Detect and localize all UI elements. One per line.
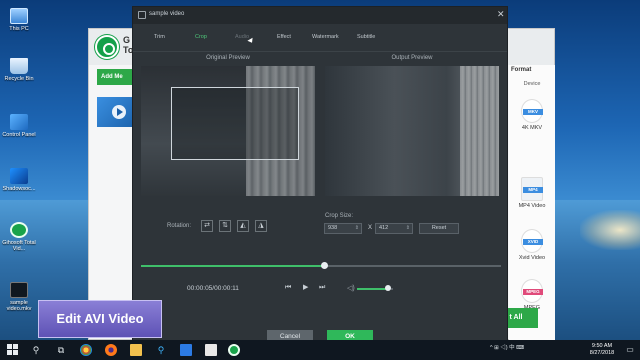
mkv-format-icon: MKV xyxy=(521,99,543,123)
format-header: Format xyxy=(511,67,532,73)
file-explorer-icon[interactable] xyxy=(130,344,142,356)
crop-height-value: 412 xyxy=(379,225,389,231)
reset-button[interactable]: Reset xyxy=(419,223,459,234)
tab-subtitle[interactable]: Subtitle xyxy=(357,34,375,40)
system-tray[interactable]: ^ ⊞ ◁) 中 ⌨ xyxy=(490,343,524,351)
tab-trim[interactable]: Trim xyxy=(154,34,165,40)
format-item-mp4-video[interactable]: MP4 MP4 Video xyxy=(513,177,551,209)
firefox-icon[interactable] xyxy=(105,344,117,356)
format-label: MP4 Video xyxy=(518,203,546,209)
computer-icon xyxy=(10,8,28,24)
format-tag: XVID xyxy=(523,239,543,245)
clock-time: 9:50 AM xyxy=(591,343,613,349)
dialog-title: sample video xyxy=(149,11,185,17)
format-tag: MPEG xyxy=(523,289,543,295)
original-preview xyxy=(141,66,315,196)
window-icon xyxy=(138,11,146,19)
video-file-icon xyxy=(10,282,28,298)
desktop-icon-this-pc[interactable]: This PC xyxy=(2,8,36,32)
previous-frame-icon[interactable]: ⏮ xyxy=(285,283,291,293)
mpeg-format-icon: MPEG xyxy=(521,279,543,303)
gihosoft-taskbar-icon[interactable] xyxy=(228,344,240,356)
tab-crop[interactable]: Crop xyxy=(195,34,207,40)
play-icon xyxy=(112,105,126,119)
output-wood-texture xyxy=(460,66,499,196)
tab-watermark[interactable]: Watermark xyxy=(312,34,339,40)
format-label: 4K MKV xyxy=(521,125,543,131)
windows-start-icon[interactable] xyxy=(7,344,19,356)
taskbar-clock[interactable]: 9:50 AM 8/27/2018 xyxy=(584,343,620,357)
task-view-icon[interactable]: ⧉ xyxy=(55,344,67,356)
desktop-icon-recycle-bin[interactable]: Recycle Bin xyxy=(2,58,36,82)
tab-effect[interactable]: Effect xyxy=(277,34,291,40)
rotate-left-icon[interactable]: ◭ xyxy=(237,220,249,232)
format-item-xvid-video[interactable]: XVID Xvid Video xyxy=(513,229,551,261)
play-icon[interactable]: ▶ xyxy=(303,283,308,293)
volume-slider-level xyxy=(357,288,388,290)
add-media-label: Add Me xyxy=(101,74,123,80)
close-icon[interactable]: ✕ xyxy=(497,10,505,19)
format-panel: Format Device MKV 4K MKV MP4 MP4 Video X… xyxy=(509,65,555,340)
document-icon[interactable] xyxy=(205,344,217,356)
desktop-icon-gihosoft[interactable]: Gihosoft Total Vid... xyxy=(2,222,36,252)
desktop-icon-control-panel[interactable]: Control Panel xyxy=(2,114,36,138)
desktop-sun-glow xyxy=(580,210,640,250)
seek-bar-progress xyxy=(141,265,325,267)
volume-handle[interactable] xyxy=(384,285,391,291)
crop-x-separator: X xyxy=(368,225,373,231)
caption-overlay: Edit AVI Video xyxy=(38,300,162,338)
edit-tabs: Trim Crop Audio Effect Watermark Subtitl… xyxy=(133,24,507,52)
seek-handle[interactable] xyxy=(321,262,329,269)
edit-video-dialog: sample video ✕ Trim Crop Audio Effect Wa… xyxy=(132,6,508,345)
crop-width-field[interactable]: 938 ⇕ xyxy=(324,223,362,234)
control-panel-icon xyxy=(10,114,28,130)
desktop-icon-shadowsocks[interactable]: Shadowsoc... xyxy=(2,168,36,192)
taskbar: ⚲ ⧉ ⚲ ^ ⊞ ◁) 中 ⌨ 9:50 AM 8/27/2018 ▭ xyxy=(0,340,640,360)
clock-date: 8/27/2018 xyxy=(589,350,615,356)
next-frame-icon[interactable]: ⏭ xyxy=(319,283,325,293)
desktop-icon-label: Control Panel xyxy=(2,132,36,138)
rotate-flip-vertical-icon[interactable]: ⇅ xyxy=(219,220,231,232)
timecode: 00:00:05/00:00:11 xyxy=(187,285,239,292)
desktop-icon-sample-video[interactable]: sample video.mkv xyxy=(2,282,36,312)
shortcut-icon xyxy=(10,168,28,184)
notifications-icon[interactable]: ▭ xyxy=(624,344,636,356)
mp4-format-icon: MP4 xyxy=(521,177,543,201)
spinner-icon[interactable]: ⇕ xyxy=(406,224,410,233)
rotate-flip-horizontal-icon[interactable]: ⇄ xyxy=(201,220,213,232)
search-app-icon[interactable]: ⚲ xyxy=(155,344,167,356)
spinner-icon[interactable]: ⇕ xyxy=(355,224,359,233)
crop-width-value: 938 xyxy=(328,225,338,231)
format-device-tab[interactable]: Device xyxy=(509,81,555,87)
photos-icon[interactable] xyxy=(180,344,192,356)
desktop-icon-label: Gihosoft Total Vid... xyxy=(2,240,36,252)
gihosoft-icon xyxy=(10,222,28,238)
chrome-icon[interactable] xyxy=(80,344,92,356)
desktop-icon-label: This PC xyxy=(9,26,29,32)
tab-audio[interactable]: Audio xyxy=(235,34,249,40)
format-tag: MKV xyxy=(523,109,543,115)
crop-height-field[interactable]: 412 ⇕ xyxy=(375,223,413,234)
desktop-icon-label: Recycle Bin xyxy=(4,76,34,82)
desktop-icon-label: Shadowsoc... xyxy=(2,186,36,192)
convert-all-label: t All xyxy=(509,314,523,321)
desktop-icon-label: sample video.mkv xyxy=(6,300,32,312)
format-item-4k-mkv[interactable]: MKV 4K MKV xyxy=(513,99,551,131)
crop-size-label: Crop Size: xyxy=(325,213,354,219)
dialog-titlebar: sample video ✕ xyxy=(133,7,507,24)
rotate-right-icon[interactable]: ◮ xyxy=(255,220,267,232)
xvid-format-icon: XVID xyxy=(521,229,543,253)
original-preview-label: Original Preview xyxy=(206,55,250,61)
output-preview-label: Output Preview xyxy=(391,55,433,61)
format-label: Xvid Video xyxy=(518,255,546,261)
output-preview xyxy=(325,66,499,196)
crop-selection-box[interactable] xyxy=(171,87,299,160)
rotation-label: Rotation: xyxy=(167,223,192,229)
search-icon[interactable]: ⚲ xyxy=(30,344,42,356)
gihosoft-logo-icon xyxy=(95,35,119,59)
recycle-bin-icon xyxy=(10,58,28,74)
format-item-mpeg[interactable]: MPEG MPEG xyxy=(513,279,551,311)
volume-icon[interactable]: ◁) xyxy=(347,284,355,292)
format-tag: MP4 xyxy=(523,187,543,193)
